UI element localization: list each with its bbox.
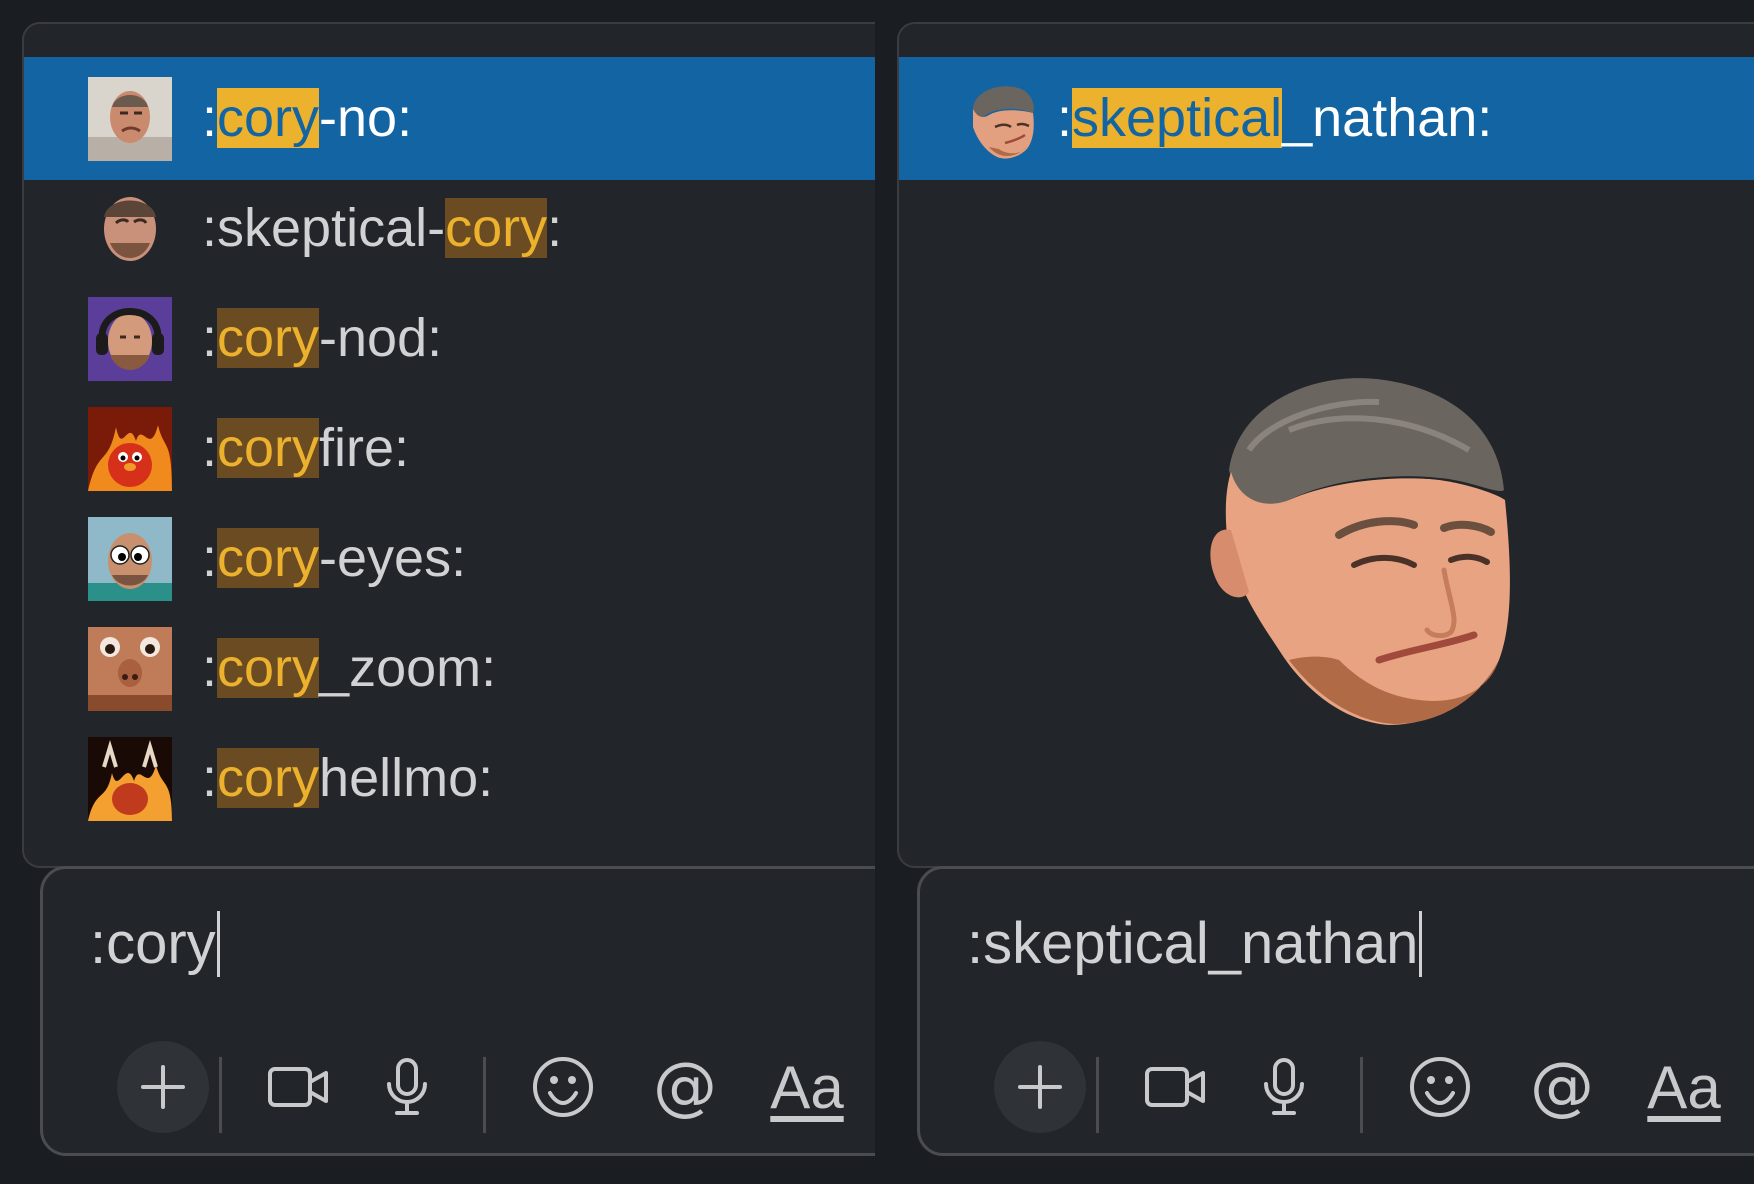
match-highlight: cory (217, 308, 320, 368)
match-highlight: cory (217, 418, 320, 478)
emoji-icon[interactable] (1394, 1041, 1486, 1133)
match-highlight: cory (217, 528, 320, 588)
googly-eyes-emoji (88, 517, 172, 601)
emoji-suggestion-item[interactable]: :coryhellmo: (24, 717, 875, 840)
shortcode-suffix: hellmo: (319, 748, 494, 808)
match-highlight: cory (217, 638, 320, 698)
composer-toolbar: @ Aa (71, 1041, 875, 1133)
emoji-suggestion-item[interactable]: :skeptical-cory: (24, 167, 875, 290)
emoji-suggestion-item[interactable]: :cory-eyes: (24, 497, 875, 620)
match-highlight: cory (217, 88, 320, 148)
microphone-icon[interactable] (1238, 1041, 1330, 1133)
emoji-shortcode-label: :coryfire: (202, 403, 409, 493)
emoji-shortcode-label: :skeptical-cory: (202, 183, 562, 273)
skeptical-nathan-emoji (959, 77, 1043, 161)
emoji-suggestion-item[interactable]: :coryfire: (24, 387, 875, 510)
mention-icon[interactable]: @ (1516, 1041, 1608, 1133)
match-highlight: cory (217, 748, 320, 808)
text-caret (1419, 911, 1423, 977)
shortcode-prefix: :skeptical- (202, 198, 446, 258)
microphone-icon[interactable] (361, 1041, 453, 1133)
shortcode-prefix: : (202, 88, 218, 148)
shortcode-suffix: -no: (319, 88, 413, 148)
shortcode-suffix: -nod: (319, 308, 443, 368)
video-icon[interactable] (253, 1041, 345, 1133)
message-composer[interactable]: :cory @ Aa (40, 866, 875, 1156)
man-headphones-emoji (88, 297, 172, 381)
shortcode-suffix: : (547, 198, 563, 258)
shortcode-prefix: : (202, 418, 218, 478)
shortcode-suffix: _zoom: (319, 638, 497, 698)
message-composer[interactable]: :skeptical_nathan @ Aa (917, 866, 1754, 1156)
toolbar-divider (483, 1057, 486, 1133)
formatting-icon[interactable]: Aa (1638, 1041, 1730, 1133)
emoji-suggestion-item[interactable]: :skeptical_nathan: (899, 57, 1754, 180)
match-highlight: skeptical (1072, 88, 1283, 148)
formatting-icon[interactable]: Aa (761, 1041, 853, 1133)
emoji-shortcode-label: :cory-eyes: (202, 513, 466, 603)
shortcode-prefix: : (1057, 88, 1073, 148)
plus-icon[interactable] (994, 1041, 1086, 1133)
skeptical-man-face-emoji (88, 187, 172, 271)
emoji-icon[interactable] (517, 1041, 609, 1133)
composer-toolbar: @ Aa (948, 1041, 1754, 1133)
video-icon[interactable] (1130, 1041, 1222, 1133)
man-frowning-face-emoji (88, 77, 172, 161)
message-input[interactable]: :skeptical_nathan (967, 909, 1423, 979)
zoomed-face-emoji (88, 627, 172, 711)
emoji-shortcode-label: :cory-nod: (202, 293, 442, 383)
shortcode-prefix: : (202, 638, 218, 698)
emoji-shortcode-label: :skeptical_nathan: (1057, 73, 1492, 163)
left-pane: :cory-no::skeptical-cory::cory-nod::cory… (0, 0, 875, 1184)
toolbar-divider (1096, 1057, 1099, 1133)
emoji-suggestion-item[interactable]: :cory_zoom: (24, 607, 875, 730)
shortcode-prefix: : (202, 748, 218, 808)
shortcode-prefix: : (202, 308, 218, 368)
emoji-shortcode-label: :coryhellmo: (202, 733, 493, 823)
mention-icon[interactable]: @ (639, 1041, 731, 1133)
skeptical-nathan-large-preview (1210, 378, 1510, 725)
emoji-suggestion-item[interactable]: :cory-no: (24, 57, 875, 180)
emoji-shortcode-label: :cory_zoom: (202, 623, 496, 713)
hellmo-fire-emoji (88, 737, 172, 821)
emoji-suggestion-item[interactable]: :cory-nod: (24, 277, 875, 400)
text-caret (216, 911, 220, 977)
emoji-preview-panel (899, 170, 1754, 866)
shortcode-suffix: _nathan: (1282, 88, 1493, 148)
toolbar-divider (1360, 1057, 1363, 1133)
match-highlight: cory (445, 198, 548, 258)
shortcode-prefix: : (202, 528, 218, 588)
emoji-shortcode-label: :cory-no: (202, 73, 412, 163)
emoji-autocomplete-popup: :cory-no::skeptical-cory::cory-nod::cory… (22, 22, 875, 868)
message-input[interactable]: :cory (90, 909, 220, 979)
shortcode-suffix: fire: (319, 418, 410, 478)
emoji-autocomplete-popup: :skeptical_nathan: (897, 22, 1754, 868)
right-pane: :skeptical_nathan::skeptical_nathan @ A… (875, 0, 1754, 1184)
emoji-suggestion-list: :cory-no::skeptical-cory::cory-nod::cory… (24, 57, 875, 866)
shortcode-suffix: -eyes: (319, 528, 467, 588)
toolbar-divider (219, 1057, 222, 1133)
fire-monster-emoji (88, 407, 172, 491)
plus-icon[interactable] (117, 1041, 209, 1133)
